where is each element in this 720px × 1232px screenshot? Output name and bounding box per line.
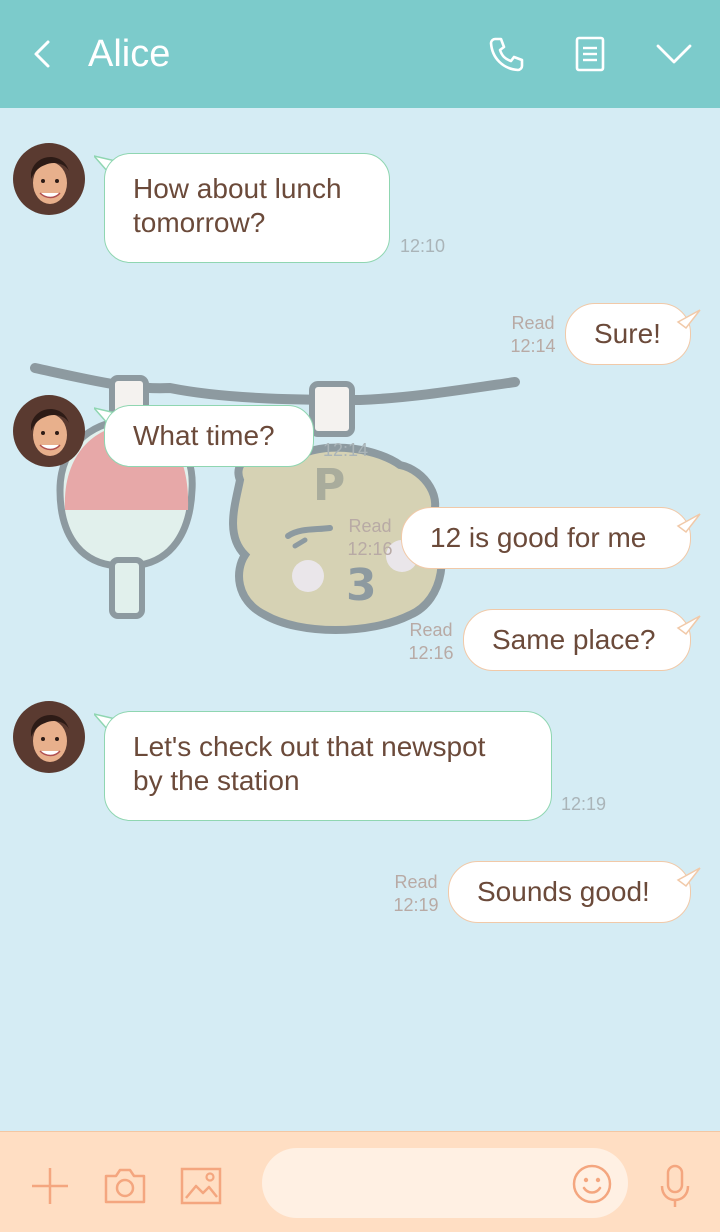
read-receipt: Read 12:19 bbox=[393, 872, 439, 915]
camera-icon[interactable] bbox=[103, 1164, 147, 1208]
contact-photo bbox=[13, 395, 85, 467]
contact-photo bbox=[13, 701, 85, 773]
bubble-tail bbox=[676, 615, 701, 636]
avatar[interactable] bbox=[13, 143, 85, 215]
chevron-down-icon[interactable] bbox=[654, 34, 694, 74]
message-text: by the station bbox=[133, 765, 300, 796]
message-time: 12:14 bbox=[323, 440, 369, 460]
avatar[interactable] bbox=[13, 701, 85, 773]
microphone-icon[interactable] bbox=[653, 1164, 697, 1208]
message-composer bbox=[0, 1131, 720, 1232]
message-bubble-incoming[interactable]: How about lunch tomorrow? bbox=[104, 153, 390, 263]
back-icon[interactable] bbox=[28, 38, 56, 70]
message-bubble-outgoing[interactable]: Sounds good! bbox=[448, 861, 691, 923]
message-text: How about lunch bbox=[133, 173, 342, 204]
contact-photo bbox=[13, 143, 85, 215]
svg-text:3: 3 bbox=[346, 560, 377, 611]
avatar[interactable] bbox=[13, 395, 85, 467]
bubble-tail bbox=[676, 867, 701, 888]
message-bubble-outgoing[interactable]: Sure! bbox=[565, 303, 691, 365]
bubble-tail bbox=[676, 309, 701, 330]
read-receipt: Read 12:16 bbox=[408, 620, 454, 663]
svg-text:P: P bbox=[313, 460, 345, 511]
plus-icon[interactable] bbox=[28, 1164, 72, 1208]
message-bubble-incoming[interactable]: Let's check out that newspot by the stat… bbox=[104, 711, 552, 821]
bubble-tail bbox=[676, 513, 701, 534]
message-time: 12:10 bbox=[400, 236, 446, 256]
image-icon[interactable] bbox=[179, 1164, 223, 1208]
phone-icon[interactable] bbox=[486, 34, 526, 74]
message-time: 12:19 bbox=[561, 794, 607, 814]
read-receipt: Read 12:14 bbox=[510, 313, 556, 356]
chat-header: Alice bbox=[0, 0, 720, 108]
background-sticker: P 3 bbox=[30, 363, 520, 634]
message-text: What time? bbox=[133, 420, 275, 451]
message-bubble-incoming[interactable]: What time? bbox=[104, 405, 314, 467]
notes-icon[interactable] bbox=[570, 34, 610, 74]
message-bubble-outgoing[interactable]: 12 is good for me bbox=[401, 507, 691, 569]
chat-title: Alice bbox=[88, 33, 171, 75]
emoji-icon[interactable] bbox=[572, 1164, 612, 1204]
message-bubble-outgoing[interactable]: Same place? bbox=[463, 609, 691, 671]
message-text: Let's check out that newspot bbox=[133, 731, 486, 762]
message-text: tomorrow? bbox=[133, 207, 266, 238]
read-receipt: Read 12:16 bbox=[347, 516, 393, 559]
